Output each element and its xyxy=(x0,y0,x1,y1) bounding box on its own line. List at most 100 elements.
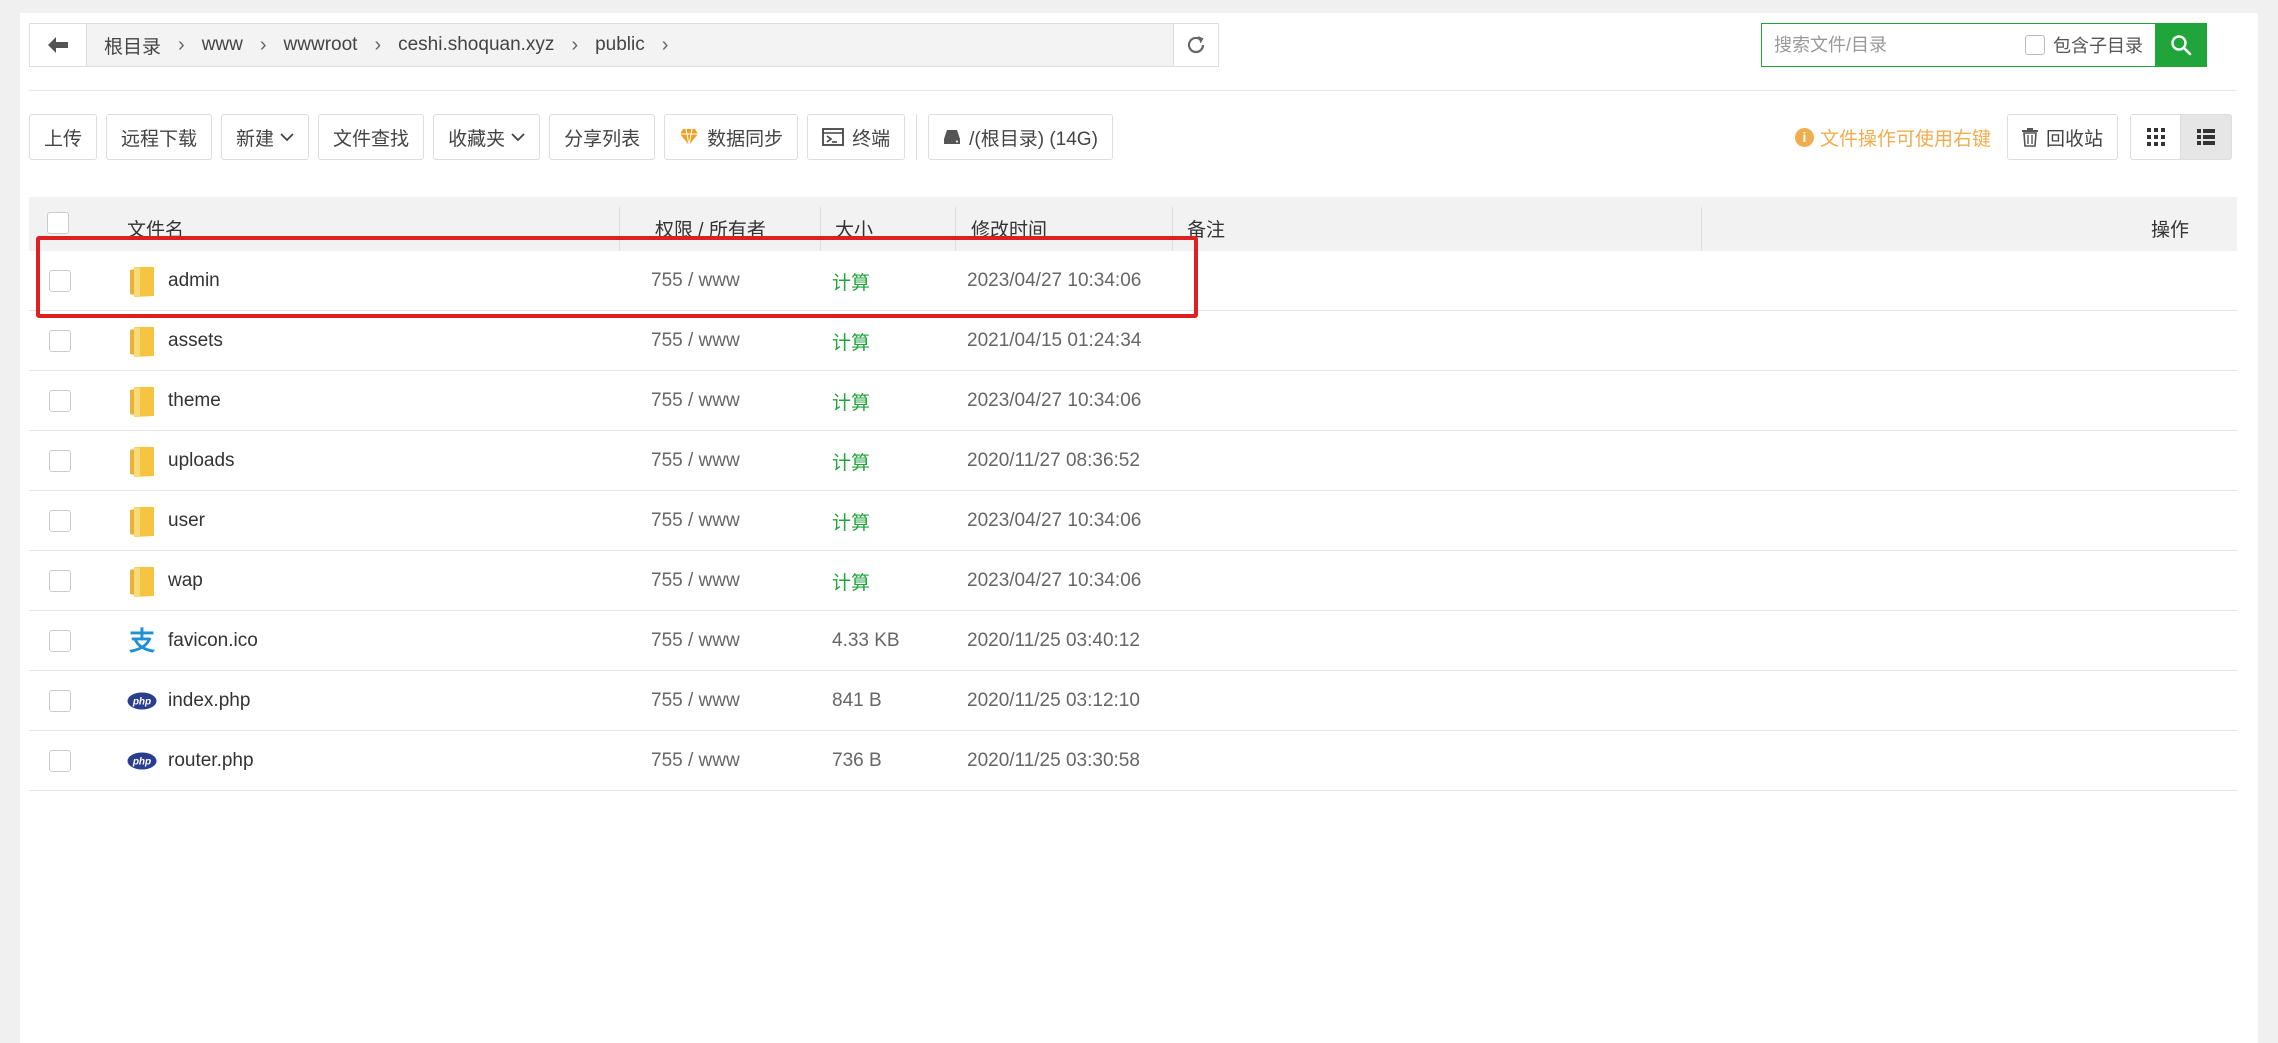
file-size[interactable]: 计算 xyxy=(832,311,870,371)
header-action: 操作 xyxy=(2151,220,2190,241)
file-name[interactable]: router.php xyxy=(168,731,254,791)
refresh-button[interactable] xyxy=(1173,24,1218,66)
share-list-button[interactable]: 分享列表 xyxy=(549,114,656,160)
table-row[interactable]: php index.php 755 / www 841 B 2020/11/25 03:… xyxy=(29,671,2237,731)
favorites-label: 收藏夹 xyxy=(448,128,506,150)
data-sync-button[interactable]: 数据同步 xyxy=(664,114,799,160)
toolbar: 上传 远程下载 新建 文件查找 收藏夹 分享列表 数据同步 终端 /(根目录) … xyxy=(29,114,1122,160)
disk-label: /(根目录) (14G) xyxy=(969,128,1098,150)
file-size[interactable]: 计算 xyxy=(832,551,870,611)
breadcrumb-item[interactable]: public xyxy=(588,34,652,56)
row-checkbox[interactable] xyxy=(49,510,71,532)
include-subdir-box[interactable] xyxy=(2025,35,2045,55)
search-box: 包含子目录 xyxy=(1761,23,2207,67)
grid-icon xyxy=(2146,128,2165,146)
file-icon-cell xyxy=(127,311,157,371)
file-name[interactable]: wap xyxy=(168,551,203,611)
table-row[interactable]: user 755 / www 计算 2023/04/27 10:34:06 xyxy=(29,491,2237,551)
new-dropdown-button[interactable]: 新建 xyxy=(221,114,310,160)
include-subdir-checkbox[interactable]: 包含子目录 xyxy=(2025,32,2143,58)
file-icon-cell: 支 xyxy=(127,611,157,671)
row-checkbox[interactable] xyxy=(49,570,71,592)
row-checkbox-cell[interactable] xyxy=(49,611,71,671)
hard-drive-icon xyxy=(943,129,961,145)
diamond-icon xyxy=(679,128,699,146)
table-row[interactable]: assets 755 / www 计算 2021/04/15 01:24:34 xyxy=(29,311,2237,371)
favorites-dropdown-button[interactable]: 收藏夹 xyxy=(433,114,541,160)
table-body: admin 755 / www 计算 2023/04/27 10:34:06 asset… xyxy=(29,251,2237,791)
chevron-right-icon: › xyxy=(178,33,185,56)
file-permission[interactable]: 755 / www xyxy=(651,371,740,431)
file-mtime: 2023/04/27 10:34:06 xyxy=(967,570,1142,591)
row-checkbox-cell[interactable] xyxy=(49,491,71,551)
file-permission[interactable]: 755 / www xyxy=(651,731,740,791)
row-checkbox-cell[interactable] xyxy=(49,311,71,371)
row-checkbox-cell[interactable] xyxy=(49,731,71,791)
breadcrumb-item[interactable]: wwwroot xyxy=(277,34,365,56)
selection-highlight-box xyxy=(36,236,1198,318)
chevron-right-icon: › xyxy=(374,33,382,56)
search-input[interactable] xyxy=(1762,25,2017,65)
file-name[interactable]: index.php xyxy=(168,671,250,731)
breadcrumb-item[interactable]: ceshi.shoquan.xyz xyxy=(391,34,561,56)
row-checkbox[interactable] xyxy=(49,630,71,652)
folder-icon xyxy=(127,324,157,358)
file-name[interactable]: favicon.ico xyxy=(168,611,258,671)
row-checkbox[interactable] xyxy=(49,450,71,472)
table-row[interactable]: wap 755 / www 计算 2023/04/27 10:34:06 xyxy=(29,551,2237,611)
folder-icon xyxy=(127,504,157,538)
file-permission[interactable]: 755 / www xyxy=(651,491,740,551)
file-size[interactable]: 计算 xyxy=(832,491,870,551)
breadcrumb-item[interactable]: www xyxy=(195,34,250,56)
row-checkbox-cell[interactable] xyxy=(49,671,71,731)
file-permission[interactable]: 755 / www xyxy=(651,611,740,671)
file-permission[interactable]: 755 / www xyxy=(651,671,740,731)
file-icon-cell: php xyxy=(127,671,157,731)
file-name[interactable]: uploads xyxy=(168,431,235,491)
file-name[interactable]: user xyxy=(168,491,205,551)
file-size[interactable]: 计算 xyxy=(832,371,870,431)
file-mtime: 2020/11/27 08:36:52 xyxy=(967,450,1140,471)
file-size[interactable]: 计算 xyxy=(832,431,870,491)
search-button[interactable] xyxy=(2155,24,2206,66)
file-mtime: 2020/11/25 03:30:58 xyxy=(967,750,1140,771)
php-file-icon: php xyxy=(127,692,157,710)
file-name[interactable]: assets xyxy=(168,311,223,371)
table-row[interactable]: theme 755 / www 计算 2023/04/27 10:34:06 xyxy=(29,371,2237,431)
row-checkbox-cell[interactable] xyxy=(49,551,71,611)
table-row[interactable]: php router.php 755 / www 736 B 2020/11/25 03… xyxy=(29,731,2237,791)
disk-button[interactable]: /(根目录) (14G) xyxy=(928,114,1113,160)
svg-text:php: php xyxy=(132,757,151,768)
upload-button[interactable]: 上传 xyxy=(29,114,98,160)
table-row[interactable]: 支 favicon.ico 755 / www 4.33 KB 2020/11/25 0… xyxy=(29,611,2237,671)
terminal-button[interactable]: 终端 xyxy=(807,114,906,160)
row-checkbox[interactable] xyxy=(49,390,71,412)
file-permission[interactable]: 755 / www xyxy=(651,431,740,491)
chevron-down-icon xyxy=(511,132,525,142)
file-permission[interactable]: 755 / www xyxy=(651,551,740,611)
header-divider xyxy=(29,90,2237,91)
list-icon xyxy=(2197,129,2216,145)
file-icon-cell: php xyxy=(127,731,157,791)
back-button[interactable] xyxy=(30,24,87,66)
file-mtime: 2020/11/25 03:40:12 xyxy=(967,630,1140,651)
chevron-right-icon: › xyxy=(661,33,669,56)
upload-label: 上传 xyxy=(44,128,83,150)
breadcrumb-item[interactable]: 根目录 xyxy=(97,32,168,59)
grid-view-button[interactable] xyxy=(2130,114,2182,160)
file-permission[interactable]: 755 / www xyxy=(651,311,740,371)
row-checkbox-cell[interactable] xyxy=(49,431,71,491)
chevron-right-icon: › xyxy=(259,33,267,56)
recycle-bin-button[interactable]: 回收站 xyxy=(2007,114,2119,160)
row-checkbox[interactable] xyxy=(49,750,71,772)
remote-download-label: 远程下载 xyxy=(121,128,198,150)
search-icon xyxy=(2170,35,2191,56)
remote-download-button[interactable]: 远程下载 xyxy=(106,114,213,160)
file-search-button[interactable]: 文件查找 xyxy=(318,114,425,160)
row-checkbox-cell[interactable] xyxy=(49,371,71,431)
list-view-button[interactable] xyxy=(2181,114,2233,160)
table-row[interactable]: uploads 755 / www 计算 2020/11/27 08:36:52 xyxy=(29,431,2237,491)
row-checkbox[interactable] xyxy=(49,690,71,712)
row-checkbox[interactable] xyxy=(49,330,71,352)
file-name[interactable]: theme xyxy=(168,371,221,431)
